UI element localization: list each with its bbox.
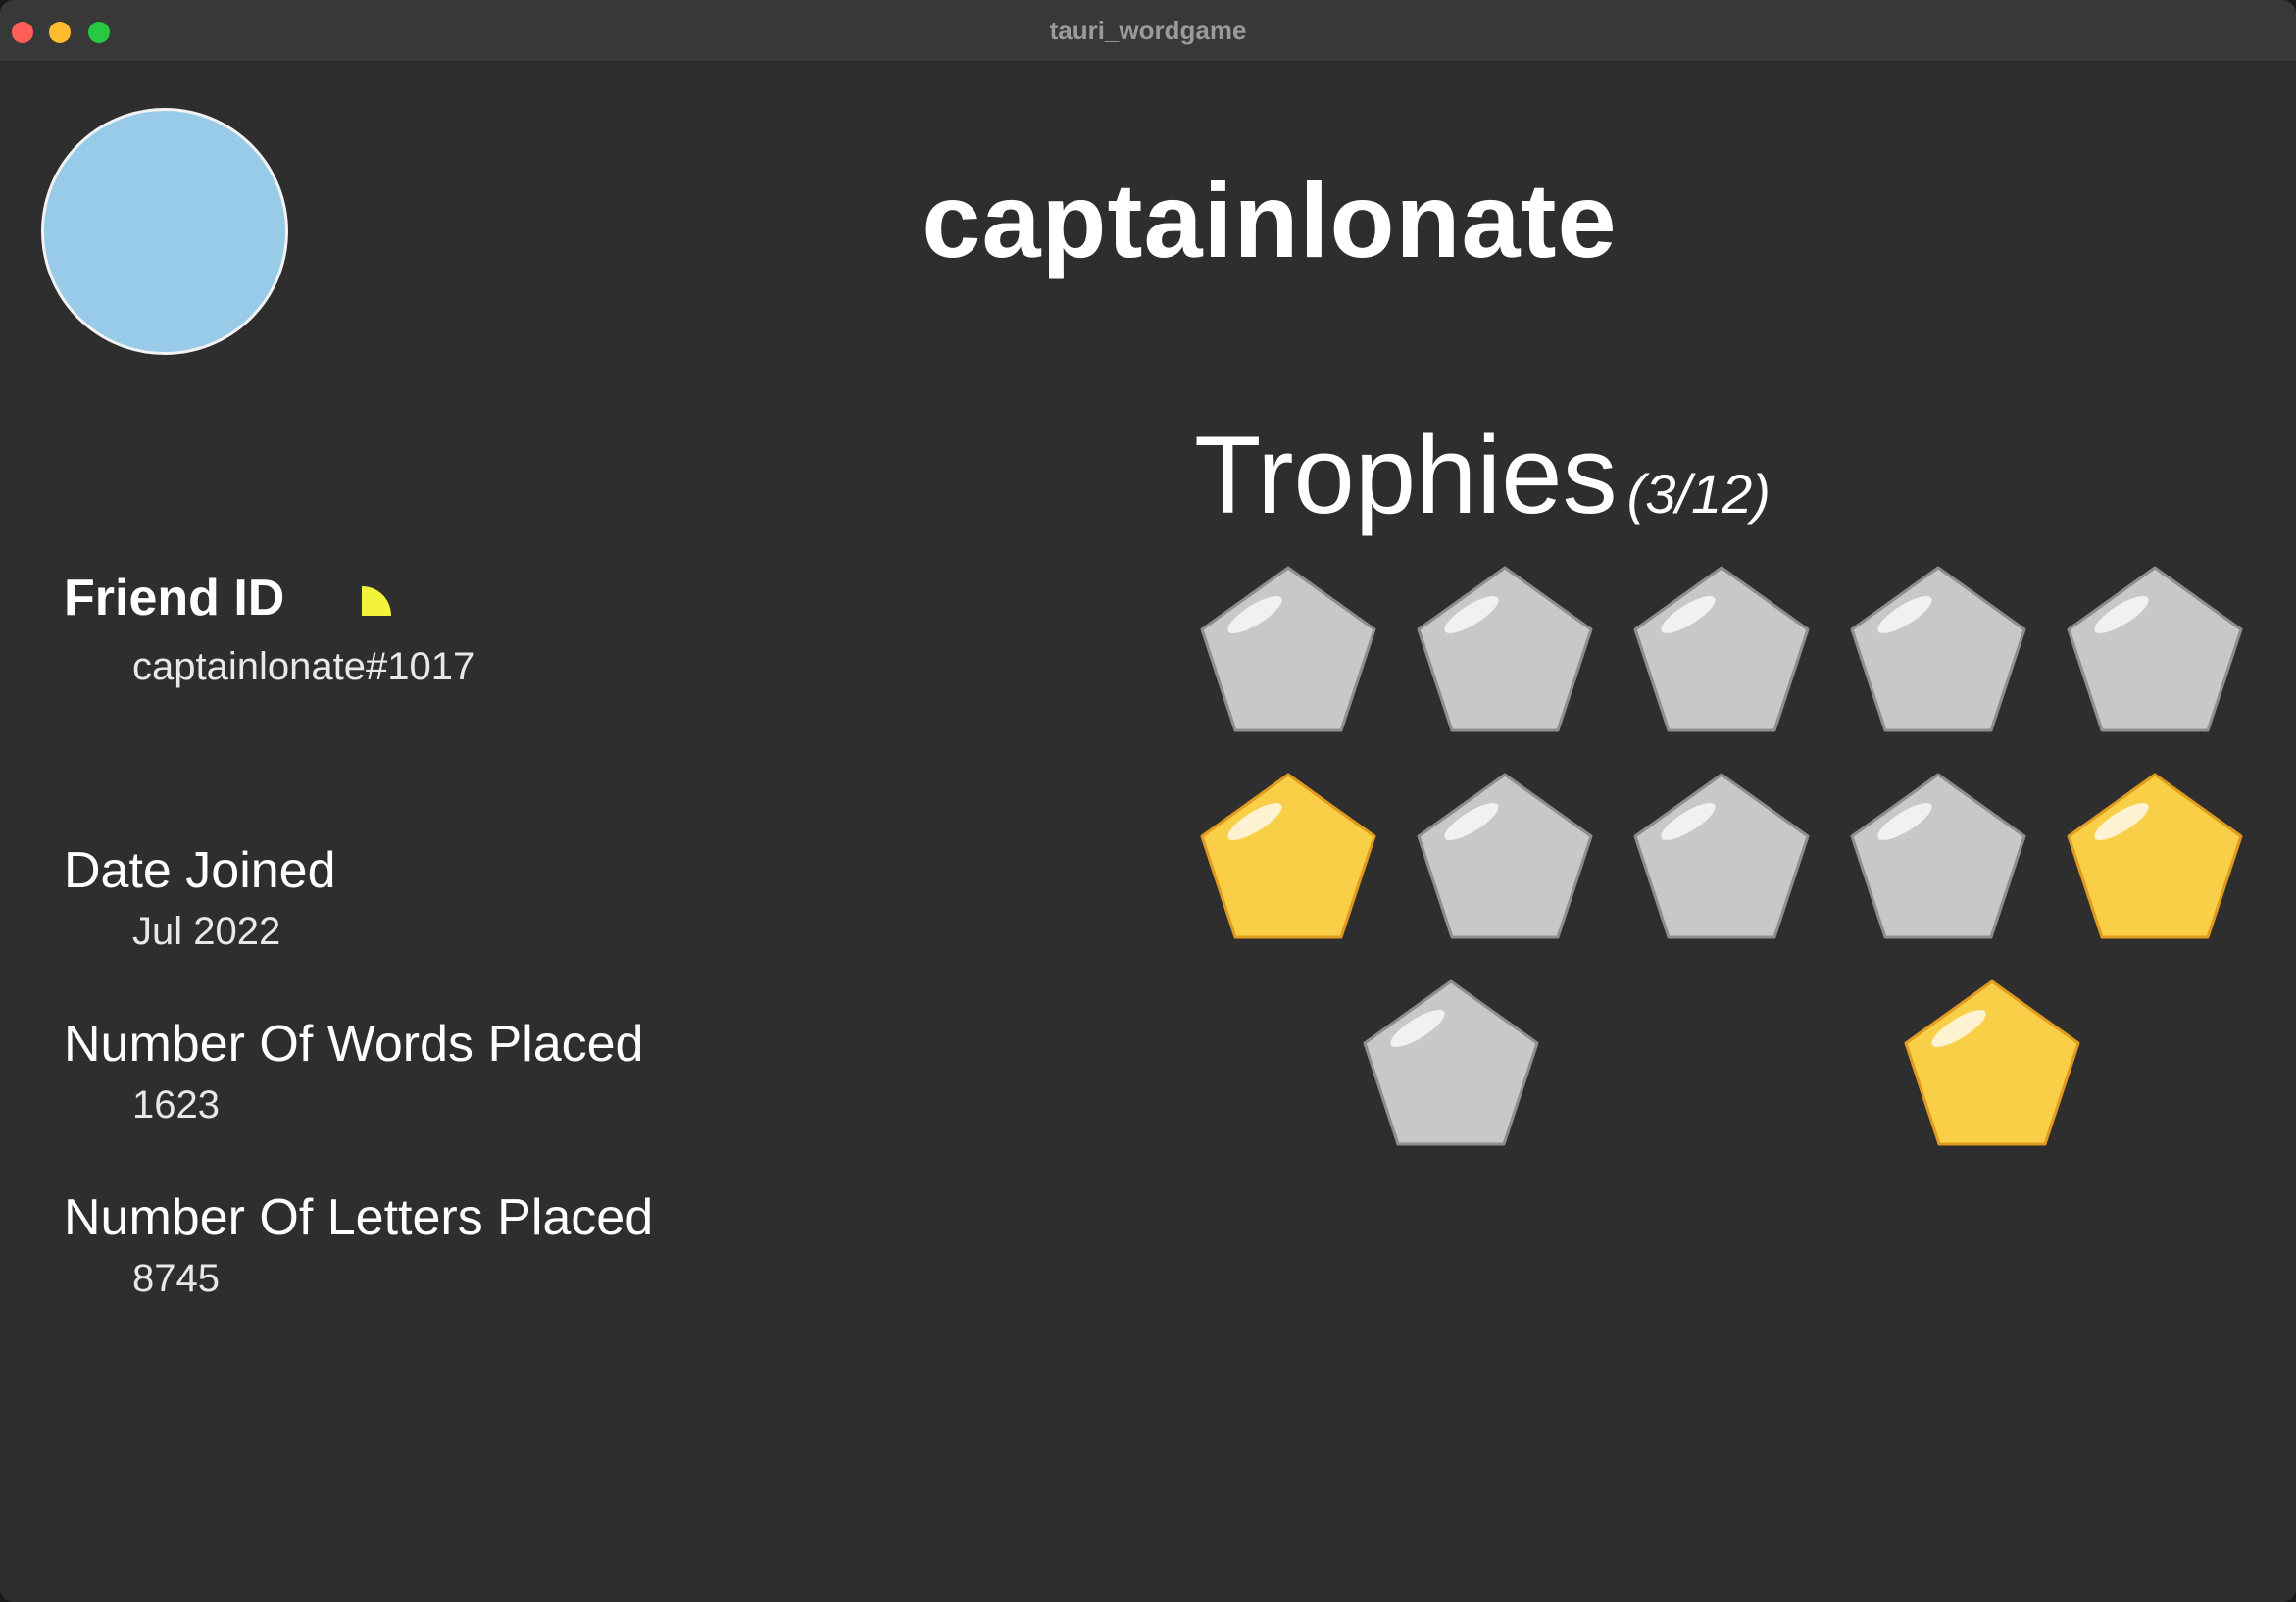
trophies-count: (3/12) — [1626, 463, 1771, 525]
friend-id-value: captainlonate#1017 — [132, 645, 475, 688]
trophy-locked-icon[interactable] — [1198, 564, 1378, 736]
trophy-locked-icon[interactable] — [1361, 977, 1541, 1150]
date-joined-label: Date Joined — [64, 842, 336, 899]
trophies-heading: Trophies (3/12) — [1194, 412, 1771, 538]
trophies-heading-text: Trophies — [1194, 414, 1618, 536]
trophy-earned-icon[interactable] — [2065, 771, 2245, 943]
trophy-locked-icon[interactable] — [1848, 564, 2028, 736]
words-placed-label: Number Of Words Placed — [64, 1016, 644, 1073]
friend-id-label: Friend ID — [64, 570, 285, 626]
words-placed-value: 1623 — [132, 1083, 220, 1126]
trophy-earned-icon[interactable] — [1198, 771, 1378, 943]
copy-friend-id-icon[interactable] — [358, 582, 393, 618]
trophy-locked-icon[interactable] — [1848, 771, 2028, 943]
app-window: tauri_wordgame captainlonate Friend ID c… — [0, 0, 2296, 1602]
trophy-locked-icon[interactable] — [1631, 564, 1812, 736]
window-title: tauri_wordgame — [1049, 16, 1247, 45]
trophy-locked-icon[interactable] — [1415, 564, 1595, 736]
trophy-locked-icon[interactable] — [2065, 564, 2245, 736]
username-title: captainlonate — [922, 161, 1618, 279]
title-bar: tauri_wordgame — [0, 0, 2296, 62]
letters-placed-label: Number Of Letters Placed — [64, 1189, 654, 1246]
letters-placed-value: 8745 — [132, 1257, 220, 1300]
trophy-earned-icon[interactable] — [1902, 977, 2082, 1150]
date-joined-value: Jul 2022 — [132, 910, 281, 953]
trophy-locked-icon[interactable] — [1631, 771, 1812, 943]
trophy-locked-icon[interactable] — [1415, 771, 1595, 943]
avatar — [41, 108, 288, 355]
